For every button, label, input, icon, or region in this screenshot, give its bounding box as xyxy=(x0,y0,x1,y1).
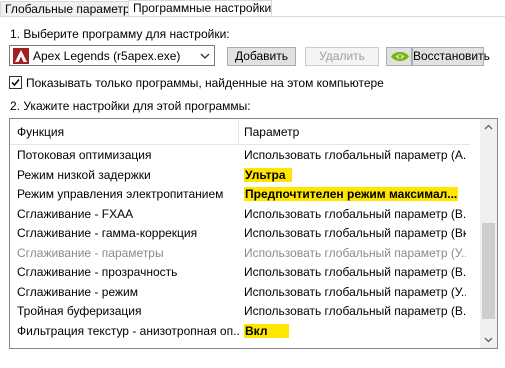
scrollbar-thumb[interactable] xyxy=(482,223,495,319)
row-function: Сглаживание - гамма-коррекция xyxy=(17,226,198,240)
table-row[interactable]: Потоковая оптимизация Использовать глоба… xyxy=(10,145,470,165)
highlighted-value: Ультра xyxy=(244,167,292,182)
row-parameter[interactable]: Использовать глобальный параметр (В... xyxy=(244,264,466,280)
table-header: Функция Параметр xyxy=(10,119,470,145)
table-row[interactable]: Фильтрация текстур - анизотропная оп... … xyxy=(10,321,470,341)
column-separator[interactable] xyxy=(238,119,239,144)
show-found-programs-label: Показывать только программы, найденные н… xyxy=(26,76,384,90)
row-parameter[interactable]: Предпочтителен режим максимал... xyxy=(244,186,466,202)
tab-global-settings[interactable]: Глобальные параметры xyxy=(0,1,138,17)
table-row[interactable]: Тройная буферизация Использовать глобаль… xyxy=(10,301,470,321)
nvidia-button[interactable] xyxy=(386,47,412,66)
row-function: Сглаживание - FXAA xyxy=(17,206,134,221)
row-parameter[interactable]: Использовать глобальный параметр (У... xyxy=(244,284,466,300)
row-parameter[interactable]: Использовать глобальный параметр (В... xyxy=(244,303,466,319)
restore-button[interactable]: Восстановить xyxy=(412,47,490,66)
row-function: Фильтрация текстур - анизотропная оп... xyxy=(17,323,239,338)
scroll-down-icon[interactable] xyxy=(480,331,497,348)
row-function: Тройная буферизация xyxy=(17,304,142,318)
tab-divider xyxy=(0,16,505,17)
program-select-value: Apex Legends (r5apex.exe) xyxy=(33,49,181,63)
remove-button[interactable]: Удалить xyxy=(305,47,379,66)
vertical-scrollbar[interactable] xyxy=(480,119,497,348)
scroll-up-icon[interactable] xyxy=(480,119,497,136)
column-header-function[interactable]: Функция xyxy=(17,125,64,139)
row-function: Режим низкой задержки xyxy=(17,167,151,182)
row-function: Сглаживание - параметры xyxy=(17,245,164,260)
table-row[interactable]: Сглаживание - FXAA Использовать глобальн… xyxy=(10,204,470,224)
row-function: Сглаживание - режим xyxy=(17,284,138,299)
highlighted-value: Предпочтителен режим максимал... xyxy=(244,187,459,201)
row-function: Потоковая оптимизация xyxy=(17,148,152,162)
column-header-parameter[interactable]: Параметр xyxy=(244,125,299,139)
show-found-programs-checkbox[interactable] xyxy=(9,76,22,89)
table-row[interactable]: Сглаживание - прозрачность Использовать … xyxy=(10,262,470,282)
table-row[interactable]: Сглаживание - режим Использовать глобаль… xyxy=(10,282,470,302)
row-parameter[interactable]: Использовать глобальный параметр (В... xyxy=(244,206,466,222)
table-row[interactable]: Сглаживание - параметры Использовать гло… xyxy=(10,243,470,263)
row-function: Сглаживание - прозрачность xyxy=(17,265,178,279)
nvidia-eye-icon xyxy=(391,52,409,61)
row-parameter[interactable]: Использовать глобальный параметр (У... xyxy=(244,245,466,261)
table-row[interactable]: Режим низкой задержки Ультра xyxy=(10,165,470,185)
tab-program-settings[interactable]: Программные настройки xyxy=(128,0,272,17)
row-function: Режим управления электропитанием xyxy=(17,187,224,201)
highlighted-value: Вкл xyxy=(244,323,290,338)
row-parameter[interactable]: Ультра xyxy=(244,167,466,183)
tab-bar: Глобальные параметры Программные настрой… xyxy=(0,0,505,17)
row-parameter[interactable]: Вкл xyxy=(244,323,466,339)
program-select[interactable]: Apex Legends (r5apex.exe) xyxy=(9,45,215,66)
table-row[interactable]: Сглаживание - гамма-коррекция Использова… xyxy=(10,223,470,243)
row-parameter[interactable]: Использовать глобальный параметр (А... xyxy=(244,147,466,163)
settings-table: Функция Параметр Потоковая оптимизация И… xyxy=(9,118,498,349)
add-button[interactable]: Добавить xyxy=(227,47,296,66)
row-parameter[interactable]: Использовать глобальный параметр (Вкл) xyxy=(244,225,466,241)
apex-legends-icon xyxy=(13,48,29,64)
specify-settings-label: 2. Укажите настройки для этой программы: xyxy=(10,99,251,113)
select-program-label: 1. Выберите программу для настройки: xyxy=(10,27,230,41)
chevron-down-icon[interactable] xyxy=(200,49,210,63)
table-row[interactable]: Режим управления электропитанием Предпоч… xyxy=(10,184,470,204)
checkmark-icon xyxy=(11,79,20,87)
